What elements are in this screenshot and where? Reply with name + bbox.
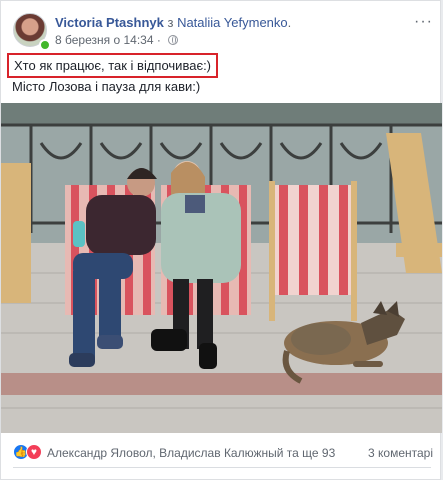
post-timestamp[interactable]: 8 березня о 14:34 · — [55, 33, 161, 47]
reactors-link[interactable]: Александр Яловол, Владислав Калюжный та … — [47, 446, 335, 460]
tagged-suffix: . — [287, 15, 292, 30]
globe-icon[interactable] — [168, 35, 179, 45]
post-meta: 8 березня о 14:34 · — [55, 33, 179, 47]
photo-illustration — [1, 103, 442, 433]
online-status-icon — [39, 39, 51, 51]
with-word: з — [163, 15, 178, 30]
love-reaction-icon[interactable]: ♥ — [26, 444, 42, 460]
tagged-person-link[interactable]: Nataliia Yefymenko — [177, 15, 288, 30]
ellipsis-icon[interactable]: ··· — [414, 13, 433, 31]
highlighted-text: Хто як працює, так і відпочиває:) — [7, 53, 219, 78]
post-text-line-2: Місто Лозова і пауза для кави:) — [12, 79, 201, 94]
comments-count-link[interactable]: 3 коментарі — [368, 446, 433, 460]
post-header: Victoria Ptashnyk з Nataliia Yefymenko. … — [13, 13, 433, 53]
author-name-link[interactable]: Victoria Ptashnyk — [55, 15, 164, 30]
footer-divider — [13, 467, 431, 468]
post-photo[interactable] — [1, 103, 442, 433]
post-card: Victoria Ptashnyk з Nataliia Yefymenko. … — [0, 0, 442, 480]
post-names: Victoria Ptashnyk з Nataliia Yefymenko. — [55, 15, 291, 30]
post-footer: 👍 ♥ Александр Яловол, Владислав Калюжный… — [13, 442, 433, 462]
post-text-line-1: Хто як працює, так і відпочиває:) — [14, 58, 212, 73]
